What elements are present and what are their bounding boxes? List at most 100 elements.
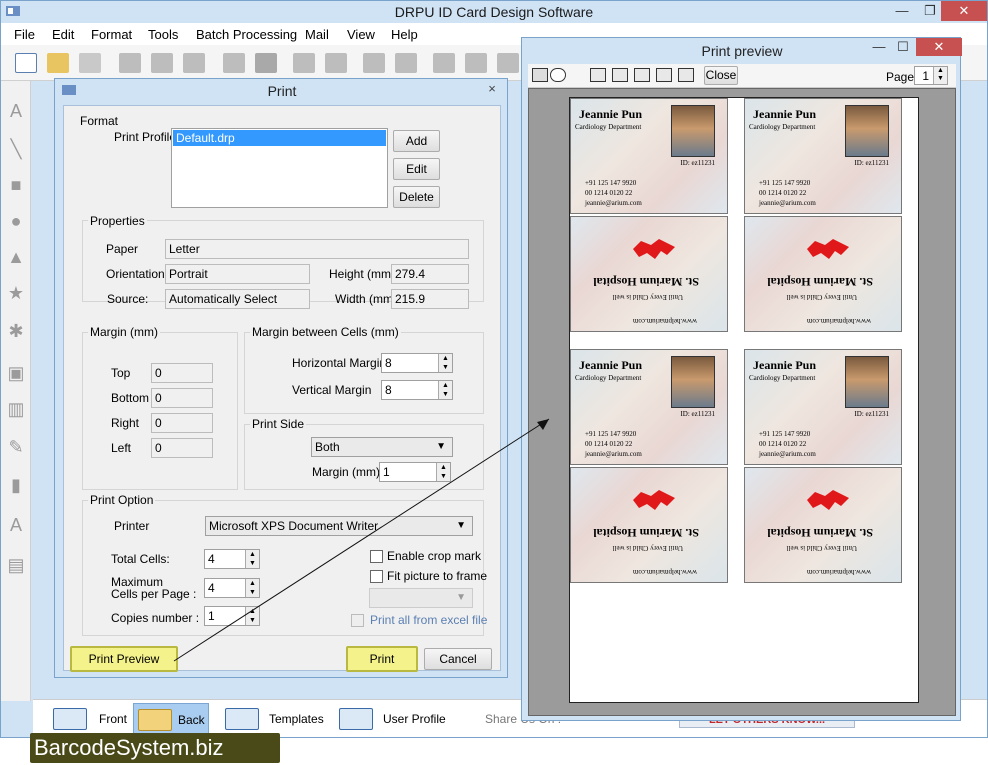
cell-margin-group <box>244 332 484 414</box>
right-field[interactable]: 0 <box>151 413 213 433</box>
one-page-icon[interactable] <box>590 68 606 82</box>
bottom-field[interactable]: 0 <box>151 388 213 408</box>
minimize-button[interactable]: — <box>885 1 919 21</box>
database-icon[interactable] <box>293 53 315 73</box>
preview-minimize-button[interactable]: — <box>868 38 890 58</box>
spinner-icon[interactable]: ▲ ▼ <box>245 607 259 625</box>
user-profile-tab[interactable]: User Profile <box>335 703 455 735</box>
close-button[interactable]: ✕ <box>941 1 987 21</box>
vertical-margin-stepper[interactable]: 8 ▲ ▼ <box>381 380 453 400</box>
top-field[interactable]: 0 <box>151 363 213 383</box>
crop-mark-label: Enable crop mark <box>387 549 482 563</box>
print-icon[interactable] <box>255 53 277 73</box>
print-preview-button[interactable]: Print Preview <box>70 646 178 672</box>
restore-button[interactable]: ❐ <box>919 1 941 21</box>
horizontal-margin-stepper[interactable]: 8 ▲ ▼ <box>381 353 453 373</box>
new-icon[interactable] <box>15 53 37 73</box>
preview-close-button[interactable]: Close <box>704 66 738 85</box>
spinner-icon[interactable]: ▲ ▼ <box>245 550 259 568</box>
paste-icon[interactable] <box>497 53 519 73</box>
vertical-margin-label: Vertical Margin <box>292 383 372 397</box>
database-2-icon[interactable] <box>325 53 347 73</box>
back-tab[interactable]: Back <box>133 703 209 735</box>
card-name: Jeannie Pun <box>753 358 817 372</box>
menu-file[interactable]: File <box>14 27 35 42</box>
menu-edit[interactable]: Edit <box>52 27 74 42</box>
card-url: www.helpmarium.com <box>632 568 697 576</box>
card-name: Jeannie Pun <box>579 358 643 372</box>
undo-icon[interactable] <box>363 53 385 73</box>
print-icon[interactable] <box>532 68 548 82</box>
page-stepper[interactable]: 1 ▲ ▼ <box>914 66 948 85</box>
preview-close-icon[interactable]: ✕ <box>916 38 962 56</box>
open-icon[interactable] <box>47 53 69 73</box>
page-label: Page <box>886 70 915 84</box>
star-tool-icon[interactable]: ★ <box>6 283 26 303</box>
fit-picture-checkbox[interactable] <box>370 570 383 583</box>
spinner-icon[interactable]: ▲ ▼ <box>438 381 452 399</box>
max-cells-stepper[interactable]: 4 ▲ ▼ <box>204 578 260 598</box>
text-tool-icon[interactable]: A <box>6 101 26 121</box>
add-profile-button[interactable]: Add <box>393 130 440 152</box>
card-phone-2: 00 1214 0120 22 <box>759 189 807 197</box>
print-button[interactable]: Print <box>346 646 418 672</box>
cut-icon[interactable] <box>433 53 455 73</box>
spinner-icon[interactable]: ▲ ▼ <box>438 354 452 372</box>
image-tool-icon[interactable]: ▣ <box>6 363 26 383</box>
four-pages-icon[interactable] <box>656 68 672 82</box>
ellipse-tool-icon[interactable]: ● <box>6 211 26 231</box>
save-as-icon[interactable] <box>151 53 173 73</box>
six-pages-icon[interactable] <box>678 68 694 82</box>
front-tab[interactable]: Front <box>41 703 127 735</box>
card-url: www.helpmarium.com <box>632 317 697 325</box>
zoom-icon[interactable] <box>550 68 566 82</box>
dialog-close-icon[interactable]: × <box>481 81 503 97</box>
templates-tab[interactable]: Templates <box>219 703 329 735</box>
paper-field: Letter <box>165 239 469 259</box>
menu-batch-processing[interactable]: Batch Processing <box>196 27 297 42</box>
symbol-tool-icon[interactable]: ✱ <box>6 321 26 341</box>
page-setup-icon[interactable] <box>223 53 245 73</box>
library-tool-icon[interactable]: ▥ <box>6 399 26 419</box>
close-file-icon[interactable] <box>79 53 101 73</box>
menu-format[interactable]: Format <box>91 27 132 42</box>
hospital-logo-icon <box>807 239 849 259</box>
menu-view[interactable]: View <box>347 27 375 42</box>
print-profile-list[interactable]: Default.drp <box>171 128 388 208</box>
edit-profile-button[interactable]: Edit <box>393 158 440 180</box>
line-tool-icon[interactable]: ╲ <box>6 139 26 159</box>
card-back: www.helpmarium.com Until Every Child is … <box>570 467 728 583</box>
delete-profile-button[interactable]: Delete <box>393 186 440 208</box>
barcode-tool-icon[interactable]: ▮ <box>6 475 26 495</box>
crop-mark-checkbox[interactable] <box>370 550 383 563</box>
signature-tool-icon[interactable]: ✎ <box>6 437 26 457</box>
photo <box>845 356 889 408</box>
redo-icon[interactable] <box>395 53 417 73</box>
copies-stepper[interactable]: 1 ▲ ▼ <box>204 606 260 626</box>
spinner-icon[interactable]: ▲ ▼ <box>933 67 947 84</box>
cancel-button[interactable]: Cancel <box>424 648 492 670</box>
two-pages-icon[interactable] <box>612 68 628 82</box>
copy-icon[interactable] <box>465 53 487 73</box>
print-dialog: Print × Format Print Profile Default.drp… <box>54 78 508 678</box>
menu-mail[interactable]: Mail <box>305 27 329 42</box>
profile-item[interactable]: Default.drp <box>173 130 386 146</box>
card-properties-icon[interactable]: ▤ <box>6 555 26 575</box>
left-field[interactable]: 0 <box>151 438 213 458</box>
menu-help[interactable]: Help <box>391 27 418 42</box>
window-title: DRPU ID Card Design Software <box>394 4 594 20</box>
spinner-icon[interactable]: ▲ ▼ <box>436 463 450 481</box>
save-icon[interactable] <box>119 53 141 73</box>
rectangle-tool-icon[interactable]: ■ <box>6 175 26 195</box>
total-cells-stepper[interactable]: 4 ▲ ▼ <box>204 549 260 569</box>
preview-maximize-button[interactable]: ☐ <box>892 38 914 58</box>
export-icon[interactable] <box>183 53 205 73</box>
printer-select[interactable]: Microsoft XPS Document Writer ▼ <box>205 516 473 536</box>
print-side-select[interactable]: Both ▼ <box>311 437 453 457</box>
spinner-icon[interactable]: ▲ ▼ <box>245 579 259 597</box>
side-margin-stepper[interactable]: 1 ▲ ▼ <box>379 462 451 482</box>
watermark-tool-icon[interactable]: A <box>6 515 26 535</box>
menu-tools[interactable]: Tools <box>148 27 178 42</box>
three-pages-icon[interactable] <box>634 68 650 82</box>
triangle-tool-icon[interactable]: ▲ <box>6 247 26 267</box>
